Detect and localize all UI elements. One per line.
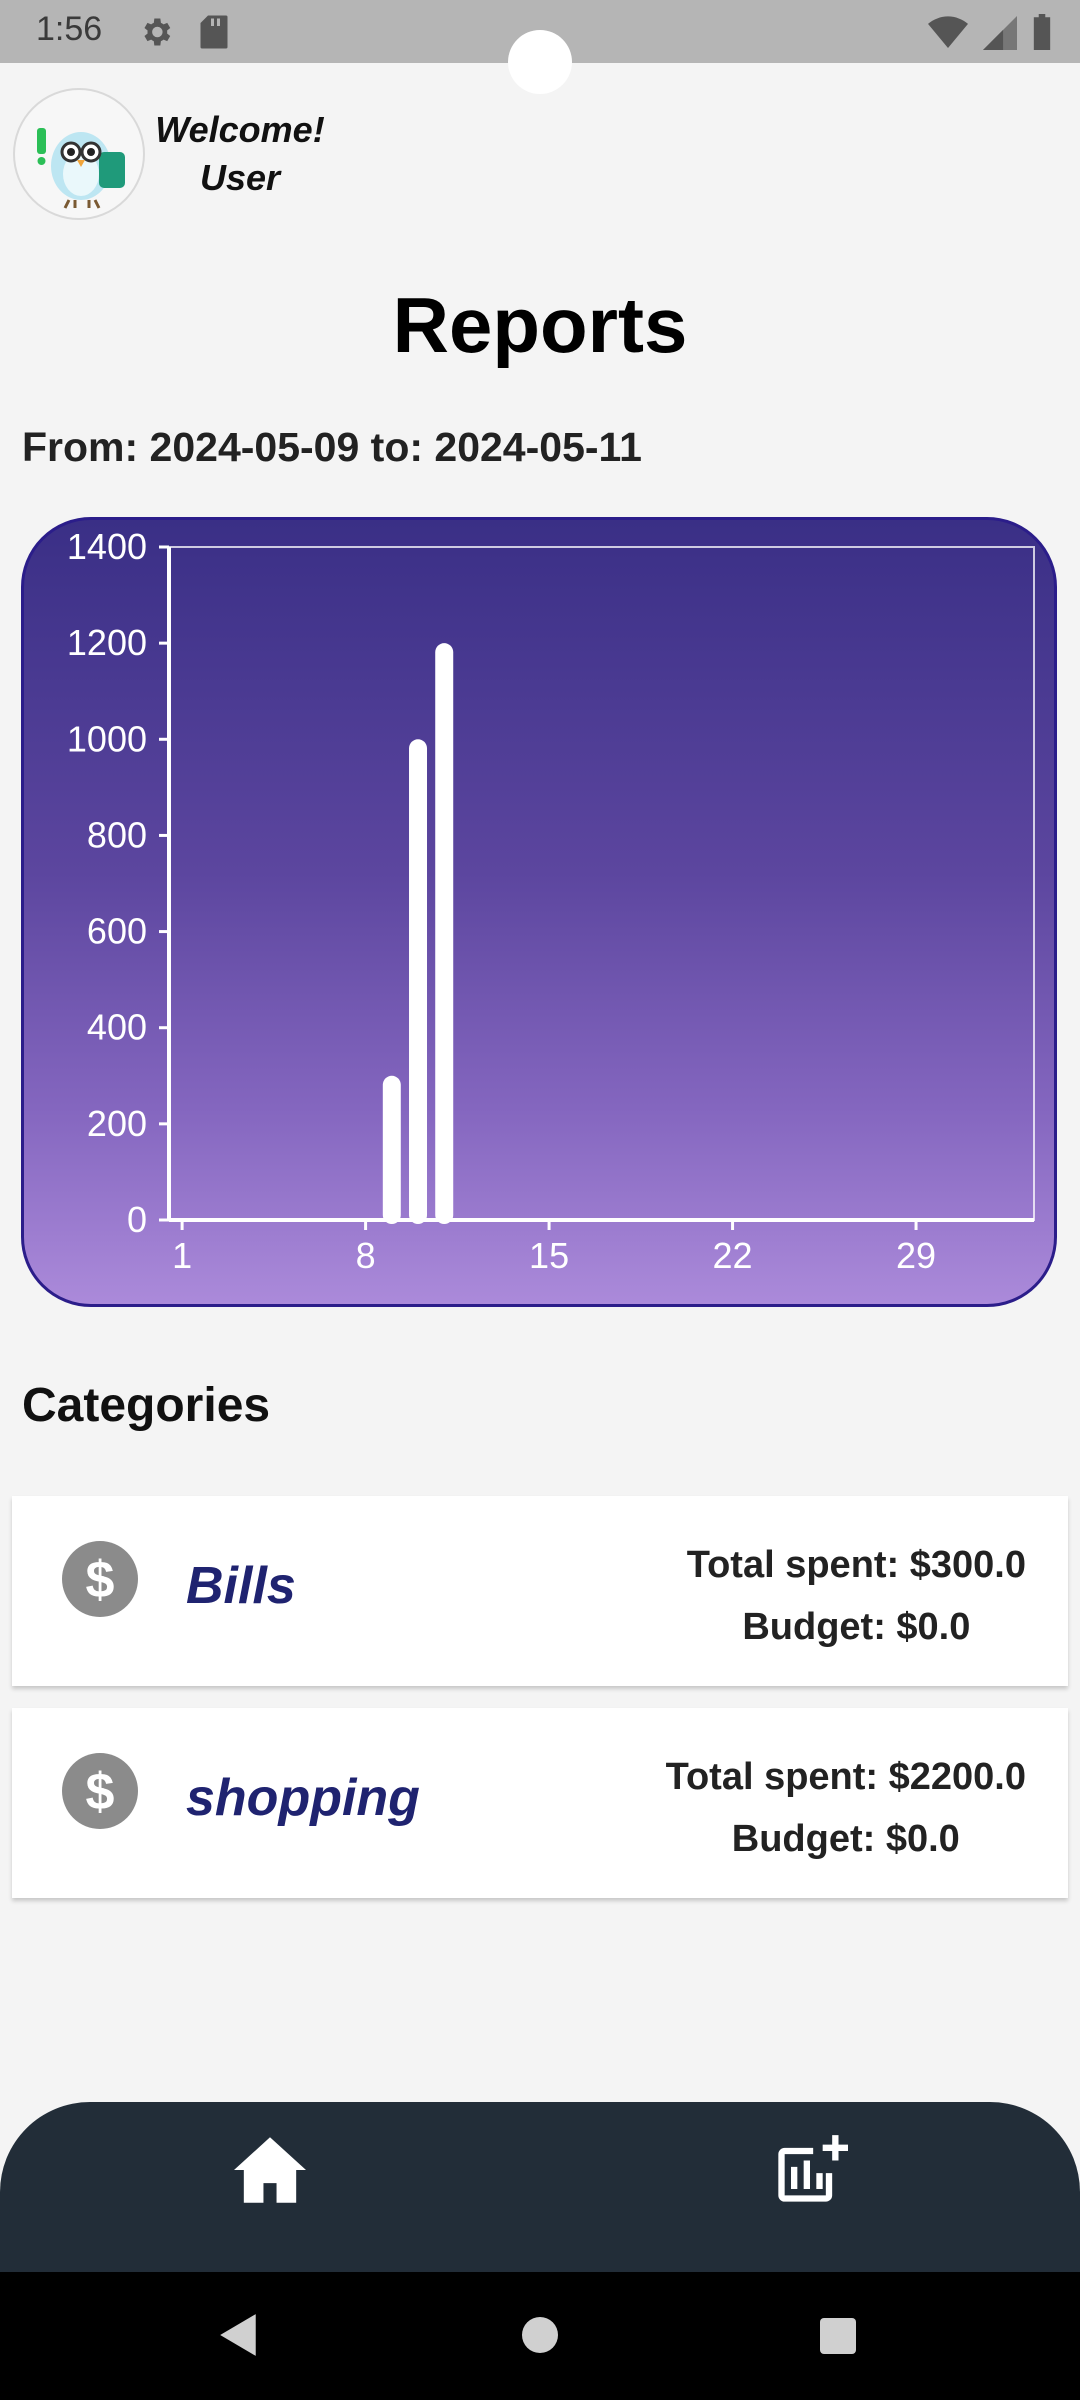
x-tick-label: 29 xyxy=(896,1235,936,1276)
bird-mascot-icon xyxy=(37,128,125,209)
x-tick-label: 1 xyxy=(172,1235,192,1276)
svg-text:$: $ xyxy=(86,1763,115,1821)
home-circle-icon[interactable] xyxy=(520,2315,560,2355)
home-icon xyxy=(234,2137,306,2203)
categories-title: Categories xyxy=(22,1379,271,1432)
spending-chart: 0 200 400 600 800 1000 1200 1400 1 8 15 22 29 xyxy=(21,517,1057,1307)
budget: Budget: $0.0 xyxy=(731,1818,960,1860)
dollar-icon: $ xyxy=(62,1753,138,1829)
y-tick-label: 1200 xyxy=(67,622,147,663)
x-tick-label: 22 xyxy=(713,1235,753,1276)
category-stats: Total spent: $300.0 Budget: $0.0 xyxy=(687,1534,1026,1658)
settings-icon xyxy=(144,18,171,46)
signal-icon xyxy=(983,16,1017,50)
category-name: shopping xyxy=(186,1769,420,1827)
chart-bar xyxy=(435,643,454,1224)
chart-bar xyxy=(382,1075,401,1224)
battery-icon xyxy=(1033,14,1051,50)
chart-bar xyxy=(409,739,428,1224)
svg-text:$: $ xyxy=(86,1551,115,1609)
page-title: Reports xyxy=(392,281,688,369)
x-tick-label: 15 xyxy=(529,1235,569,1276)
sd-card-icon xyxy=(200,15,228,49)
date-range: From: 2024-05-09 to: 2024-05-11 xyxy=(22,424,642,470)
recents-icon[interactable] xyxy=(818,2316,858,2356)
y-tick-label: 400 xyxy=(87,1007,147,1048)
welcome-line: Welcome! xyxy=(155,109,325,150)
total-spent: Total spent: $2200.0 xyxy=(665,1756,1026,1798)
system-nav-bar xyxy=(0,2272,1080,2400)
add-chart-icon xyxy=(778,2135,848,2202)
username: User xyxy=(199,157,281,198)
camera-cutout xyxy=(508,30,572,94)
y-tick-label: 200 xyxy=(87,1103,147,1144)
category-name: Bills xyxy=(186,1557,296,1615)
status-time: 1:56 xyxy=(36,10,103,48)
bottom-nav xyxy=(0,2102,1080,2272)
wifi-icon xyxy=(928,16,968,48)
y-tick-label: 1000 xyxy=(67,718,147,759)
y-tick-label: 600 xyxy=(87,911,147,952)
budget: Budget: $0.0 xyxy=(742,1606,971,1648)
y-tick-label: 800 xyxy=(87,814,147,855)
category-stats: Total spent: $2200.0 Budget: $0.0 xyxy=(666,1746,1026,1870)
y-tick-label: 0 xyxy=(127,1199,147,1240)
home-button[interactable] xyxy=(225,2130,315,2210)
back-icon[interactable] xyxy=(218,2312,260,2358)
total-spent: Total spent: $300.0 xyxy=(686,1544,1026,1586)
y-tick-label: 1400 xyxy=(67,526,147,567)
category-card-shopping[interactable]: $ shopping Total spent: $2200.0 Budget: … xyxy=(12,1708,1068,1898)
plot-frame xyxy=(168,546,1035,1221)
chart-svg: 0 200 400 600 800 1000 1200 1400 1 8 15 22 29 xyxy=(67,526,1035,1276)
add-report-button[interactable] xyxy=(765,2130,855,2210)
category-card-bills[interactable]: $ Bills Total spent: $300.0 Budget: $0.0 xyxy=(12,1496,1068,1686)
dollar-icon: $ xyxy=(62,1541,138,1617)
x-tick-label: 8 xyxy=(356,1235,376,1276)
welcome-text: Welcome! User xyxy=(155,106,325,202)
avatar[interactable] xyxy=(13,88,145,220)
